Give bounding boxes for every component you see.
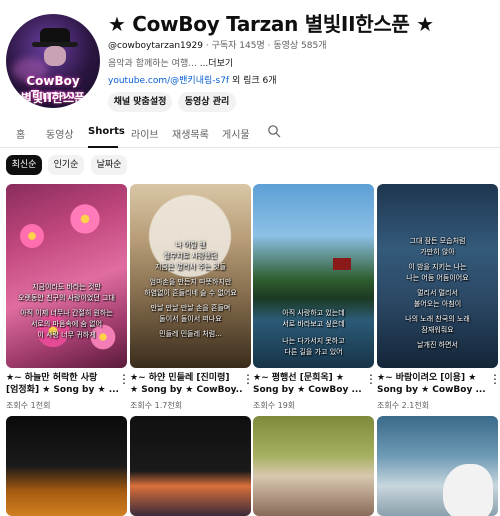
tab-home[interactable]: 홈	[16, 126, 25, 141]
short-title-2[interactable]: [엄정화] ★ Song by ★ ...	[6, 384, 118, 396]
view-count: 조회수 1.7천회	[130, 401, 183, 410]
search-icon[interactable]	[267, 124, 281, 138]
channel-handle: @cowboytarzan1929	[108, 41, 203, 51]
view-count: 조회수 1천회	[6, 401, 51, 410]
lyric-line: 아직 이제 너무나 간절히 원하는	[20, 309, 113, 317]
tab-posts[interactable]: 게시물	[222, 126, 250, 141]
lyric-line: 이 밤을 지키는 나는	[408, 263, 467, 271]
chip-oldest[interactable]: 날짜순	[91, 155, 127, 175]
short-title[interactable]: ★~ 바람이려오 [이용] ★	[377, 372, 489, 384]
flower	[20, 224, 44, 248]
lyric-line: 아직 사랑하고 있는데	[282, 309, 345, 317]
channel-description[interactable]: 음악과 함께하는 여행... ...더보기	[108, 56, 233, 69]
lyric-line: 철부지로 사랑했던	[163, 252, 218, 260]
channel-title: ★ CowBoy Tarzan 별빛II한스푼 ★	[108, 12, 434, 36]
sort-chips: 최신순 인기순 날짜순	[0, 155, 500, 177]
short-thumbnail[interactable]: 그대 잠든 모습처럼 가만히 앉아 이 밤을 지키는 나는 나는 어둠 어둠이어…	[377, 184, 498, 368]
customize-channel-button[interactable]: 채널 맞춤설정	[108, 92, 172, 112]
lyric-line: 나 어릴 땐	[175, 241, 206, 249]
lyric-line: 나는 다가서지 못하고	[282, 337, 345, 345]
active-tab-indicator	[88, 146, 118, 148]
lyric-line: 그대 잠든 모습처럼	[409, 237, 466, 245]
lyric-line: 멀리서 멀리서	[417, 289, 458, 297]
seagull-beach-thumbnail[interactable]	[377, 416, 498, 516]
channel-links: youtube.com/@밴키내림-s7f 외 링크 6개	[108, 73, 277, 86]
lyric-line: 엄마손을 만든지 따뜻하지만	[149, 278, 232, 286]
short-title-2[interactable]: ★ Song by ★ CowBoy...	[130, 384, 242, 396]
couple-portrait-thumbnail[interactable]	[253, 416, 374, 516]
chip-popular[interactable]: 인기순	[48, 155, 84, 175]
overlay-lyrics: 지금이라도 바라는 것만 오랫동안 친구의 사랑이었던 그대 아직 이제 너무나…	[10, 282, 123, 341]
tab-videos[interactable]: 동영상	[46, 126, 74, 141]
lyric-line: 나의 노래 찬국의 노래	[405, 315, 470, 323]
other-links[interactable]: 외 링크 6개	[232, 76, 277, 86]
lake-house	[333, 258, 351, 270]
lyric-line: 나는 어둠 어둠이어요	[406, 274, 469, 282]
avatar-face	[44, 46, 66, 66]
subscriber-count: 구독자 145명	[211, 41, 265, 51]
channel-tabs: 홈 동영상 Shorts 라이브 재생목록 게시물	[0, 118, 500, 148]
view-count: 조회수 2.1천회	[377, 401, 430, 410]
flower	[70, 204, 100, 234]
channel-avatar[interactable]: CowBoy Tarzan 별빛II한스푼	[6, 14, 100, 108]
avatar-text-2: 별빛II한스푼	[20, 91, 86, 105]
view-count: 조회수 19회	[253, 401, 296, 410]
tab-live[interactable]: 라이브	[131, 126, 159, 141]
lyric-line: 서로의 마음속에 숨 없어	[30, 320, 103, 328]
short-title[interactable]: ★~ 하늘만 허락한 사랑	[6, 372, 118, 384]
lyric-line: 오랫동안 친구의 사랑이었던 그대	[18, 294, 115, 302]
lyric-line: 서로 바라보고 싶은데	[282, 320, 345, 328]
tab-shorts[interactable]: Shorts	[88, 126, 125, 137]
lyric-line: 이 사랑 너무 귀하게	[37, 331, 96, 339]
more-vert-icon[interactable]: ⋮	[489, 373, 500, 390]
lyric-line: 날개진 하면서	[417, 341, 458, 349]
autumn-forest-thumbnail[interactable]	[6, 416, 127, 516]
more-link[interactable]: ...더보기	[200, 59, 233, 69]
short-title[interactable]: ★~ 하얀 민들레 [진미령]	[130, 372, 242, 384]
channel-link[interactable]: youtube.com/@밴키내림-s7f	[108, 76, 229, 86]
short-title[interactable]: ★~ 평행선 [문희옥] ★	[253, 372, 365, 384]
short-thumbnail[interactable]: 아직 사랑하고 있는데 서로 바라보고 싶은데 나는 다가서지 못하고 다른 길…	[253, 184, 374, 368]
seagull	[443, 464, 493, 516]
lyric-line: 만날 만날 만날 손을 흔들며	[150, 304, 231, 312]
lyric-line: 민들레 민들레 처럼...	[159, 330, 222, 338]
description-text: 음악과 함께하는 여행...	[108, 59, 197, 69]
chip-latest[interactable]: 최신순	[6, 155, 42, 175]
more-vert-icon[interactable]: ⋮	[242, 373, 254, 390]
lyric-line: 불어오는 아침이	[413, 300, 462, 308]
channel-header: CowBoy Tarzan 별빛II한스푼 ★ CowBoy Tarzan 별빛…	[0, 0, 500, 112]
lyric-line: 지금이라도 바라는 것만	[32, 283, 101, 291]
tab-playlists[interactable]: 재생목록	[172, 126, 209, 141]
short-thumbnail[interactable]: 나 어릴 땐 철부지로 사랑했던 지금은 멀리서 주는 것들 엄마손을 만든지 …	[130, 184, 251, 368]
lyric-line: 하염없이 흔들리네 슬 수 없어요	[144, 289, 237, 297]
short-title-2[interactable]: Song by ★ CowBoy ...	[377, 384, 489, 396]
lyric-line: 가만히 앉아	[420, 248, 455, 256]
more-vert-icon[interactable]: ⋮	[365, 373, 377, 390]
lyric-line: 지금은 멀리서 주는 것들	[154, 263, 227, 271]
overlay-lyrics: 나 어릴 땐 철부지로 사랑했던 지금은 멀리서 주는 것들 엄마손을 만든지 …	[134, 240, 247, 340]
lyric-line: 둘이서 둘이서 떠나요	[159, 315, 222, 323]
more-vert-icon[interactable]: ⋮	[118, 373, 130, 390]
city-sunset-thumbnail[interactable]	[130, 416, 251, 516]
short-title-2[interactable]: Song by ★ CowBoy ...	[253, 384, 365, 396]
channel-meta: @cowboytarzan1929 · 구독자 145명 · 동영상 585개	[108, 38, 327, 51]
lyric-line: 다른 길을 가고 있어	[284, 348, 343, 356]
overlay-lyrics: 그대 잠든 모습처럼 가만히 앉아 이 밤을 지키는 나는 나는 어둠 어둠이어…	[381, 236, 494, 351]
manage-videos-button[interactable]: 동영상 관리	[178, 92, 236, 112]
short-thumbnail[interactable]: 지금이라도 바라는 것만 오랫동안 친구의 사랑이었던 그대 아직 이제 너무나…	[6, 184, 127, 368]
overlay-lyrics: 아직 사랑하고 있는데 서로 바라보고 싶은데 나는 다가서지 못하고 다른 길…	[257, 308, 370, 358]
lyric-line: 잠재워줘요	[421, 326, 454, 334]
video-count: 동영상 585개	[273, 41, 327, 51]
